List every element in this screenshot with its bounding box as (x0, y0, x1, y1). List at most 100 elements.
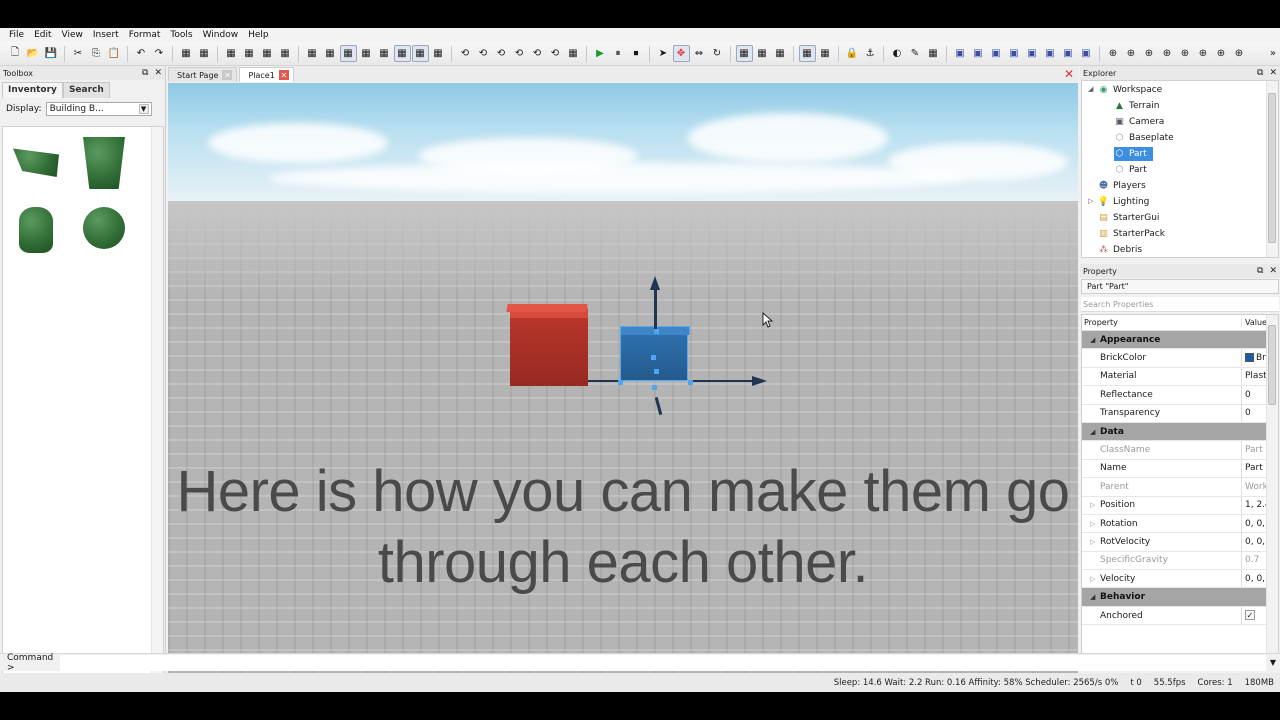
scroll-thumb[interactable] (1268, 325, 1276, 405)
close-document-icon[interactable]: ✕ (1064, 67, 1074, 81)
property-category-appearance[interactable]: ◢ Appearance (1082, 331, 1278, 350)
expand-icon[interactable]: ▷ (1090, 520, 1095, 528)
anchor-icon[interactable]: ⚓ (862, 45, 879, 62)
camera-rotate-left-icon[interactable]: ⟲ (493, 45, 510, 62)
insert-decal-icon[interactable]: ⊕ (1195, 45, 1212, 62)
expand-icon[interactable]: ▷ (1090, 575, 1095, 583)
select-tool-icon[interactable]: ➤ (655, 45, 672, 62)
explorer-item-debris[interactable]: ⁂ Debris (1098, 243, 1148, 257)
tab-start-page[interactable]: Start Page ✕ (168, 67, 238, 82)
property-value[interactable]: Workspace (1242, 482, 1267, 492)
explorer-item-part[interactable]: ⬡ Part (1114, 147, 1153, 161)
property-value[interactable]: 0.7 (1242, 555, 1267, 565)
wedge-block[interactable] (13, 148, 59, 177)
cut-icon[interactable]: ✂ (70, 45, 87, 62)
zoom-extents-icon[interactable]: ▦ (565, 45, 582, 62)
toolbox-toggle-icon[interactable]: ▦ (339, 45, 357, 62)
selection-handle[interactable] (654, 329, 659, 334)
open-folder-icon[interactable]: 📂 (25, 45, 42, 62)
cylinder-block[interactable] (19, 207, 53, 253)
list-view-icon[interactable]: ▦ (430, 45, 447, 62)
close-icon[interactable]: ✕ (1269, 68, 1277, 78)
rotate-right-icon[interactable]: ▦ (241, 45, 258, 62)
pause-icon[interactable]: ⏸ (610, 45, 627, 62)
script-toggle-icon[interactable]: ▦ (358, 45, 375, 62)
command-input[interactable] (60, 654, 1266, 671)
cone-block[interactable] (83, 137, 125, 189)
surface-hinge-icon[interactable]: ▣ (1060, 45, 1077, 62)
close-tab-icon[interactable]: ✕ (222, 70, 233, 80)
search-properties-input[interactable]: Search Properties (1081, 297, 1279, 312)
selection-handle[interactable] (688, 380, 693, 385)
property-value[interactable]: 0, 0, 0 (1242, 537, 1267, 547)
menu-edit[interactable]: Edit (29, 30, 56, 40)
expand-icon[interactable]: ▷ (1090, 538, 1095, 546)
fill-color-icon[interactable]: ◐ (889, 45, 906, 62)
material-tool-icon[interactable]: ▦ (925, 45, 942, 62)
explorer-item-startergui[interactable]: ▤ StarterGui (1098, 211, 1165, 225)
stop-icon[interactable]: ⏹ (628, 45, 645, 62)
property-value[interactable]: ✓ (1242, 610, 1267, 621)
toolbox-scrollbar[interactable] (151, 127, 163, 675)
new-file-icon[interactable]: 🗋 (7, 45, 24, 62)
display-select[interactable]: Building B... ▼ (45, 102, 152, 116)
move-handle-left[interactable] (588, 380, 618, 382)
paint-tool-icon[interactable]: ✎ (907, 45, 924, 62)
camera-tilt-down-icon[interactable]: ⟲ (547, 45, 564, 62)
selection-handle[interactable] (654, 369, 659, 374)
anchored-checkbox[interactable]: ✓ (1245, 610, 1255, 621)
property-value[interactable]: Part (1242, 445, 1267, 455)
arrow-up-icon[interactable] (650, 276, 660, 290)
collapse-icon[interactable]: ◢ (1090, 336, 1095, 344)
tilt-right-icon[interactable]: ▦ (277, 45, 294, 62)
scroll-thumb[interactable] (1268, 93, 1276, 243)
join-surfaces-icon[interactable]: ▦ (754, 45, 771, 62)
red-part[interactable] (510, 308, 588, 386)
insert-seat-icon[interactable]: ⊕ (1213, 45, 1230, 62)
lock-icon[interactable]: 🔒 (844, 45, 861, 62)
3d-viewport[interactable]: Here is how you can make them go through… (168, 83, 1078, 679)
explorer-item-baseplate[interactable]: ⬡ Baseplate (1114, 131, 1180, 145)
explorer-item-players[interactable]: ☻ Players (1098, 179, 1152, 193)
close-icon[interactable]: ✕ (154, 68, 162, 78)
property-value[interactable]: 0, 0, 0 (1242, 574, 1267, 584)
property-row-brickcolor[interactable]: BrickColorBright blue (1082, 349, 1278, 368)
camera-tilt-up-icon[interactable]: ⟲ (529, 45, 546, 62)
property-row-name[interactable]: Name Part (1082, 459, 1278, 479)
insert-part-icon[interactable]: ⊕ (1105, 45, 1122, 62)
sphere-block[interactable] (83, 207, 125, 249)
menu-file[interactable]: File (4, 30, 29, 40)
drop-tool-icon[interactable]: ▦ (817, 45, 834, 62)
selection-handle[interactable] (651, 355, 656, 360)
surface-weld-icon[interactable]: ▣ (988, 45, 1005, 62)
menu-window[interactable]: Window (198, 30, 244, 40)
surface-universal-icon[interactable]: ▣ (1042, 45, 1059, 62)
properties-toggle-icon[interactable]: ▦ (322, 45, 339, 62)
tab-place1[interactable]: Place1 ✕ (239, 67, 294, 82)
surface-motor-icon[interactable]: ▣ (1078, 45, 1095, 62)
toolbar-overflow-button[interactable]: » (1270, 48, 1280, 59)
property-value[interactable]: 0 (1242, 408, 1267, 418)
copy-icon[interactable]: ⎘ (88, 45, 105, 62)
menu-tools[interactable]: Tools (165, 30, 197, 40)
property-value[interactable]: Bright blue (1242, 353, 1267, 363)
tilt-left-icon[interactable]: ▦ (259, 45, 276, 62)
ungroup-icon[interactable]: ▦ (196, 45, 213, 62)
property-value[interactable]: Plastic (1242, 371, 1267, 381)
collapse-icon[interactable]: ◢ (1090, 593, 1095, 601)
explorer-item-starterpack[interactable]: ▥ StarterPack (1098, 227, 1171, 241)
property-value[interactable]: 0, 0, 0 (1242, 519, 1267, 529)
property-row-reflectance[interactable]: Reflectance 0 (1082, 386, 1278, 405)
property-row-transparency[interactable]: Transparency 0 (1082, 404, 1278, 423)
property-row-material[interactable]: MaterialPlastic (1082, 367, 1278, 387)
chevron-down-icon[interactable]: ▼ (1266, 658, 1280, 667)
collapse-icon[interactable]: ◢ (1090, 428, 1095, 436)
surface-glue-icon[interactable]: ▣ (970, 45, 987, 62)
explorer-item-part[interactable]: ⬡ Part (1114, 163, 1153, 177)
undo-icon[interactable]: ↶ (133, 45, 150, 62)
redo-icon[interactable]: ↷ (151, 45, 168, 62)
float-icon[interactable]: ⧉ (1257, 266, 1263, 276)
explorer-scrollbar[interactable] (1266, 81, 1278, 257)
explorer-item-camera[interactable]: ▣ Camera (1114, 115, 1170, 129)
surface-inlet-icon[interactable]: ▣ (1024, 45, 1041, 62)
